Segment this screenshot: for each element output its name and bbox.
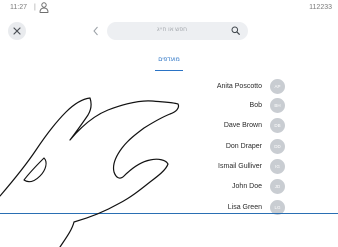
status-bar: 11:27 | 112233 <box>0 0 338 18</box>
search-placeholder: חפש או חייג <box>157 27 188 33</box>
tab-active-indicator <box>155 70 183 71</box>
list-item[interactable]: Ismail Gulliver IG <box>0 158 338 178</box>
user-icon <box>39 2 49 13</box>
list-item[interactable]: Dave Brown DB <box>0 117 338 137</box>
status-time: 11:27 <box>10 4 27 11</box>
avatar: IG <box>270 159 285 174</box>
chevron-left-icon[interactable] <box>92 26 100 36</box>
avatar: BH <box>270 98 285 113</box>
list-item[interactable]: Anita Poscotto AP <box>0 78 338 98</box>
tab-favorites[interactable]: מועדפים <box>152 57 186 71</box>
screen-bottom-edge <box>0 213 338 214</box>
avatar: DB <box>270 118 285 133</box>
status-extension: 112233 <box>309 4 332 11</box>
contact-name: Anita Poscotto <box>216 83 262 90</box>
avatar: AP <box>270 79 285 94</box>
list-item[interactable]: Don Draper DD <box>0 138 338 158</box>
search-input[interactable]: חפש או חייג <box>107 22 248 40</box>
search-icon[interactable] <box>231 26 240 35</box>
contact-name: Dave Brown <box>223 122 262 129</box>
contact-name: John Doe <box>232 183 262 190</box>
status-separator: | <box>34 4 36 11</box>
search-row: חפש או חייג <box>0 22 338 40</box>
avatar: JD <box>270 179 285 194</box>
contact-name: Bob <box>249 102 262 109</box>
list-item[interactable]: Bob BH <box>0 97 338 117</box>
contact-name: Lisa Green <box>227 204 262 211</box>
contact-name: Don Draper <box>225 143 262 150</box>
contact-name: Ismail Gulliver <box>218 163 262 170</box>
contacts-screen: 11:27 | 112233 חפש או חייג מועדפים Anita… <box>0 0 338 215</box>
tab-favorites-label: מועדפים <box>158 57 180 63</box>
avatar: DD <box>270 139 285 154</box>
list-item[interactable]: John Doe JD <box>0 178 338 198</box>
